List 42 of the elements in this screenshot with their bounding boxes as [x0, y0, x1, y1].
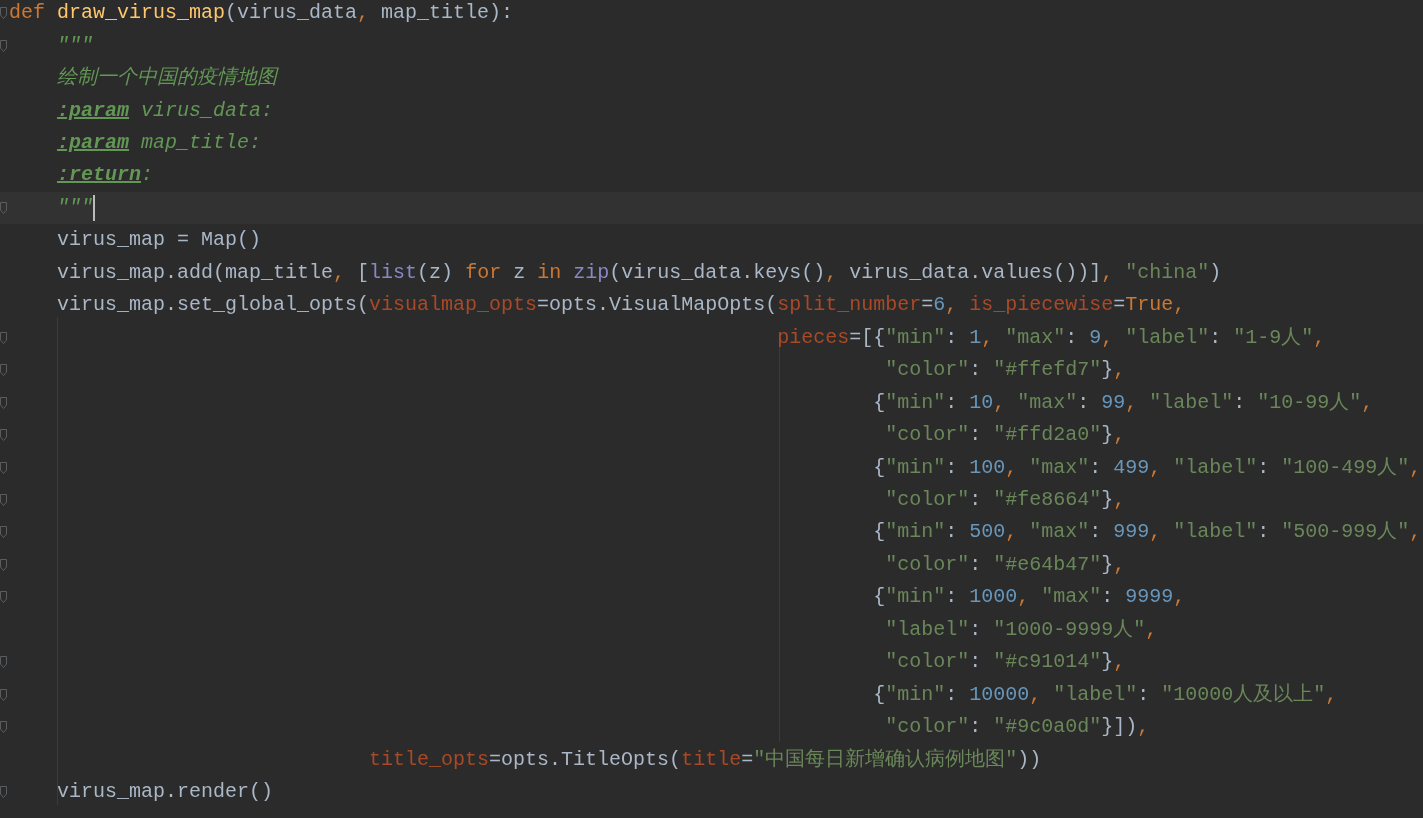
code-line: {"min": 1000, "max": 9999, — [872, 584, 1186, 611]
fold-icon[interactable] — [0, 591, 7, 604]
fold-icon[interactable] — [0, 331, 7, 344]
fold-icon[interactable] — [0, 461, 7, 474]
code-line: :param map_title: — [56, 130, 262, 157]
fold-icon[interactable] — [0, 429, 7, 442]
code-line: :param virus_data: — [56, 97, 274, 124]
fold-icon[interactable] — [0, 526, 7, 539]
code-line: virus_map.render() — [56, 779, 274, 806]
fold-icon[interactable] — [0, 688, 7, 701]
code-line: virus_map.add(map_title, [list(z) for z in zip(virus_data.keys(), virus_data.values())], "china") — [56, 259, 1222, 286]
code-line: virus_map.set_global_opts(visualmap_opts=opts.VisualMapOpts(split_number=6, is_piecewise=True, — [56, 292, 1186, 319]
code-line: :return: — [56, 162, 154, 189]
code-line: pieces=[{"min": 1, "max": 9, "label": "1-9人", — [776, 324, 1326, 351]
code-line: """ — [56, 194, 94, 221]
code-line: def draw_virus_map(virus_data, map_title): — [9, 0, 514, 27]
text-caret — [93, 194, 96, 221]
code-line: {"min": 10000, "label": "10000人及以上", — [872, 681, 1338, 708]
code-line: {"min": 10, "max": 99, "label": "10-99人", — [872, 389, 1374, 416]
fold-icon[interactable] — [0, 364, 7, 377]
code-line: {"min": 100, "max": 499, "label": "100-499人", — [872, 454, 1422, 481]
code-line: "color": "#ffd2a0"}, — [884, 422, 1126, 449]
fold-icon[interactable] — [0, 494, 7, 506]
fold-icon[interactable] — [0, 201, 7, 214]
code-line: 绘制一个中国的疫情地图 — [56, 65, 277, 92]
fold-icon[interactable] — [0, 7, 7, 20]
fold-icon[interactable] — [0, 396, 7, 409]
code-line: "color": "#e64b47"}, — [884, 551, 1126, 578]
fold-icon[interactable] — [0, 39, 7, 52]
code-line: "label": "1000-9999人", — [884, 616, 1158, 643]
code-line: """ — [56, 32, 94, 59]
code-line: "color": "#fe8664"}, — [884, 487, 1126, 513]
fold-icon[interactable] — [0, 721, 7, 734]
code-line: {"min": 500, "max": 999, "label": "500-999人", — [872, 519, 1422, 546]
code-line: "color": "#c91014"}, — [884, 649, 1126, 676]
code-line: "color": "#9c0a0d"}]), — [884, 714, 1150, 741]
fold-icon[interactable] — [0, 656, 7, 669]
fold-icon[interactable] — [0, 558, 7, 571]
code-line: title_opts=opts.TitleOpts(title="中国每日新增确认病例地图")) — [368, 746, 1042, 773]
code-line: virus_map = Map() — [56, 227, 262, 254]
code-line: "color": "#ffefd7"}, — [884, 357, 1126, 384]
fold-icon[interactable] — [0, 786, 7, 799]
